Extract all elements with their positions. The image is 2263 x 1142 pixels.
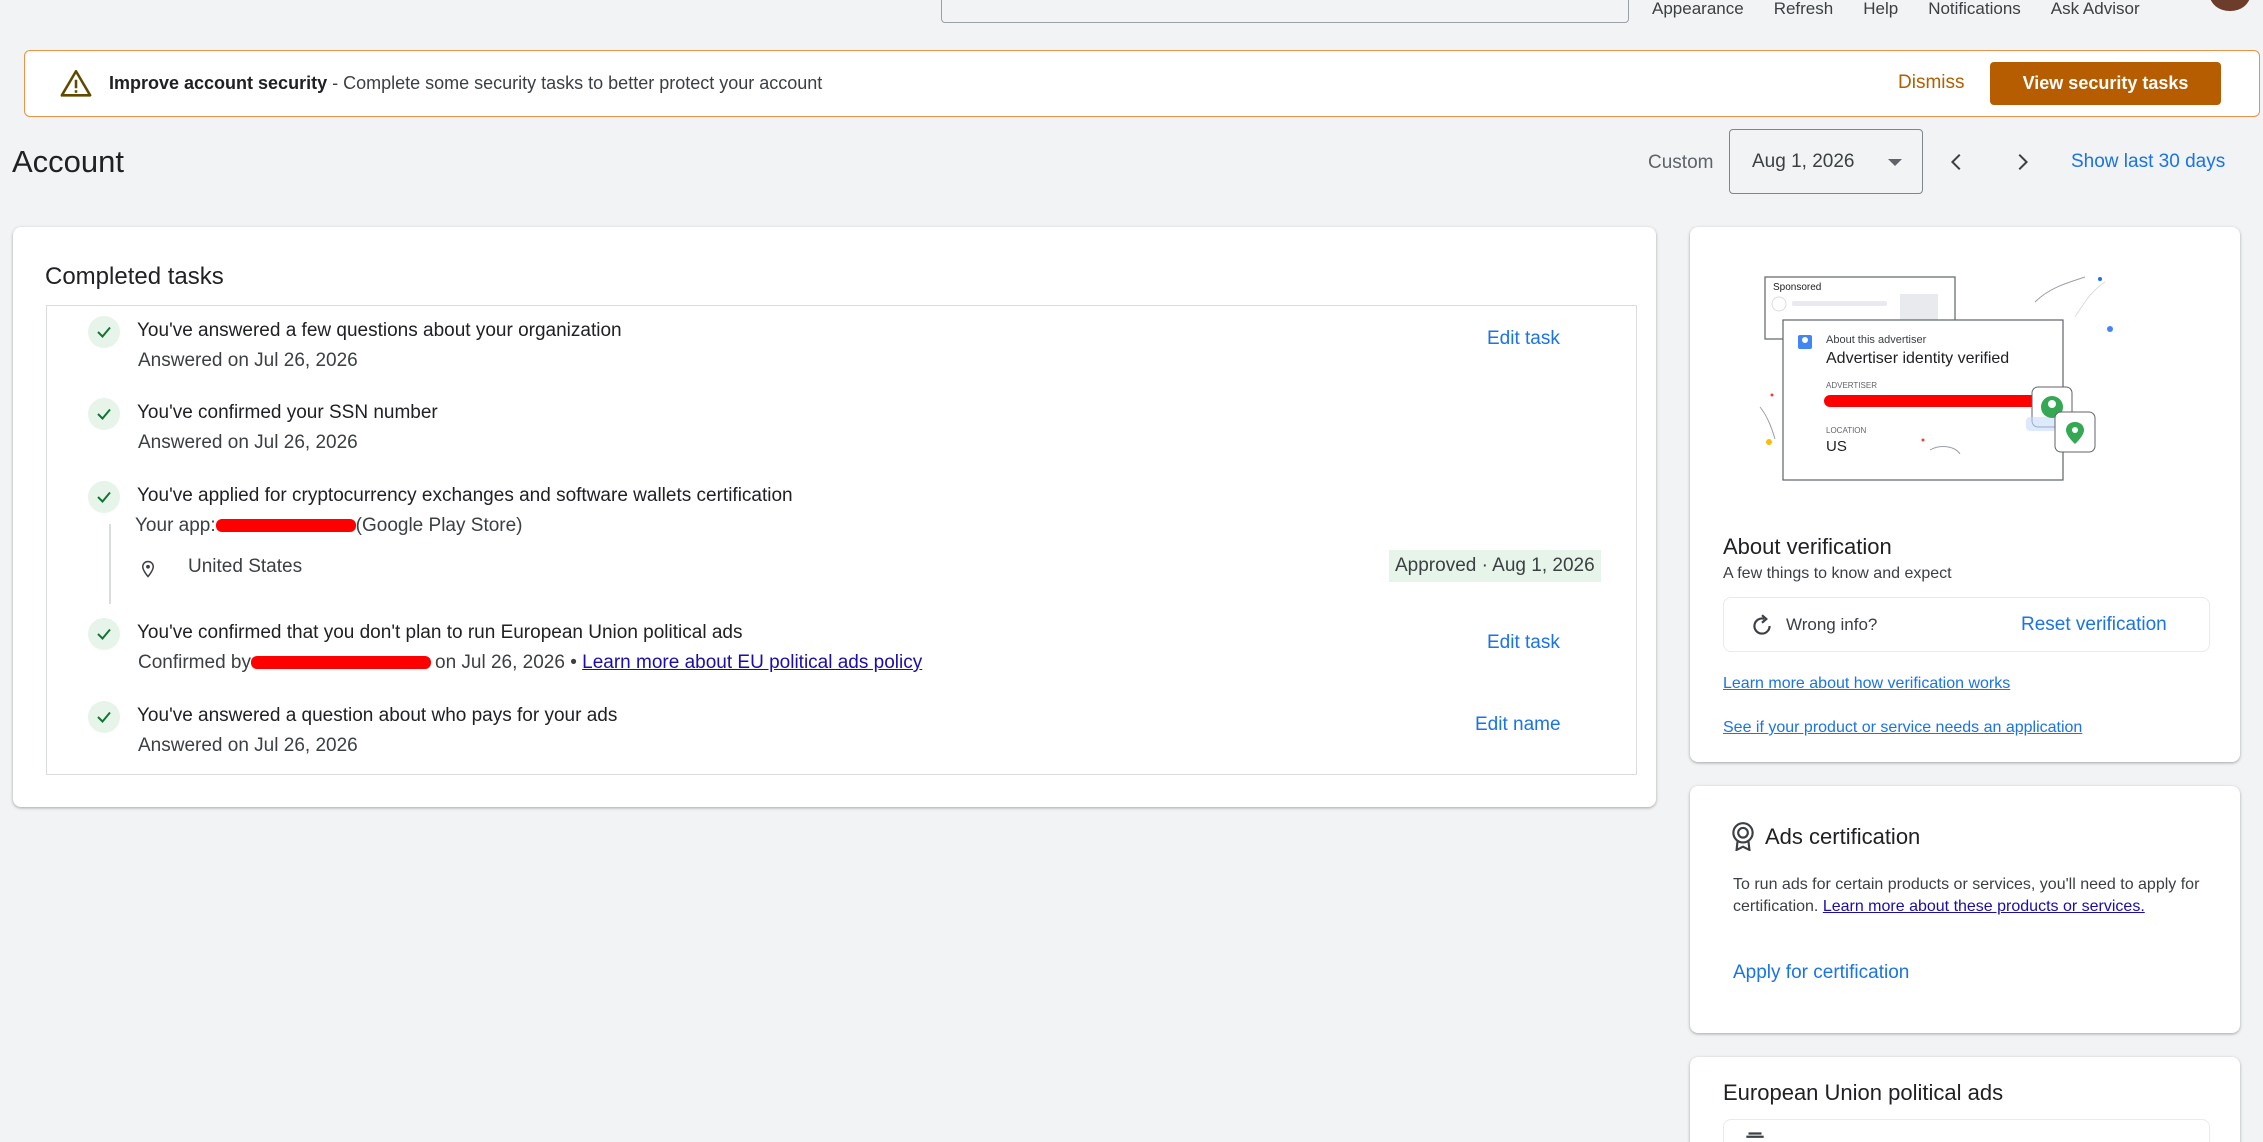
eu-political-ads-policy-link[interactable]: Learn more about EU political ads policy xyxy=(582,652,922,673)
redacted-user-name xyxy=(251,656,431,670)
next-period-button[interactable] xyxy=(2006,146,2038,178)
redacted-app-name xyxy=(215,519,356,533)
task-location: United States xyxy=(188,556,303,577)
banner-title: Improve account security xyxy=(109,73,328,93)
previous-period-button[interactable] xyxy=(1941,146,1973,178)
top-nav: Appearance Refresh Help Notifications As… xyxy=(1652,0,2140,18)
task-app: Your app: (Google Play Store) xyxy=(135,515,523,537)
task-title: You've confirmed your SSN number xyxy=(137,402,438,423)
eu-political-ads-title: European Union political ads xyxy=(1723,1080,2004,1105)
edit-name-button[interactable]: Edit name xyxy=(1475,714,1561,736)
edit-task-button[interactable]: Edit task xyxy=(1487,328,1560,350)
completed-tasks-card: Completed tasks You've answered a few qu… xyxy=(13,227,1656,807)
status-badge: Approved · Aug 1, 2026 xyxy=(1389,550,1601,582)
task-date: Answered on Jul 26, 2026 xyxy=(138,350,358,371)
advertiser-verified-illustration: Sponsored About this advertiser Advertis… xyxy=(1759,276,2113,481)
show-last-30-days-button[interactable]: Show last 30 days xyxy=(2071,151,2225,173)
eu-political-ads-box xyxy=(1723,1119,2210,1142)
edit-task-button[interactable]: Edit task xyxy=(1487,632,1560,654)
date-value: Aug 1, 2026 xyxy=(1752,151,1855,172)
location-label: LOCATION xyxy=(1826,426,1867,435)
task-title: You've applied for cryptocurrency exchan… xyxy=(137,485,793,506)
date-range-select[interactable]: Aug 1, 2026 xyxy=(1729,129,1923,194)
refresh-icon xyxy=(1753,614,1771,635)
task-title: You've answered a few questions about yo… xyxy=(137,320,622,341)
about-verification-title: About verification xyxy=(1723,534,1892,559)
refresh-button[interactable]: Refresh xyxy=(1774,0,1834,18)
view-security-tasks-button[interactable]: View security tasks xyxy=(1990,62,2221,105)
ask-advisor-button[interactable]: Ask Advisor xyxy=(2051,0,2140,18)
wrong-info-box: Wrong info? Reset verification xyxy=(1723,597,2210,652)
eu-political-ads-card: European Union political ads xyxy=(1690,1057,2240,1142)
confirmed-suffix: on Jul 26, 2026 • xyxy=(435,652,577,673)
application-check-link[interactable]: See if your product or service needs an … xyxy=(1723,719,2082,737)
confirmed-prefix: Confirmed by xyxy=(138,652,251,673)
help-button[interactable]: Help xyxy=(1863,0,1898,18)
about-advertiser-label: About this advertiser xyxy=(1826,334,1927,346)
security-banner: Improve account security - Complete some… xyxy=(24,50,2260,117)
app-prefix: Your app: xyxy=(135,515,216,536)
caret-down-icon xyxy=(1888,159,1902,166)
warning-icon xyxy=(60,69,92,97)
page-title: Account xyxy=(12,144,125,179)
task-title: You've answered a question about who pay… xyxy=(137,705,618,726)
avatar[interactable] xyxy=(2210,0,2250,11)
about-verification-subtitle: A few things to know and expect xyxy=(1723,565,1952,582)
apply-for-certification-button[interactable]: Apply for certification xyxy=(1733,962,1909,984)
certificate-icon xyxy=(1732,822,1754,851)
wrong-info-label: Wrong info? xyxy=(1786,615,1878,634)
task-title: You've confirmed that you don't plan to … xyxy=(137,622,743,643)
ads-certification-title: Ads certification xyxy=(1765,824,1921,849)
verification-info-link[interactable]: Learn more about how verification works xyxy=(1723,675,2010,693)
certification-products-link[interactable]: Learn more about these products or servi… xyxy=(1823,898,2145,915)
check-icon xyxy=(88,481,120,513)
about-verification-card: Sponsored About this advertiser Advertis… xyxy=(1690,227,2240,762)
check-icon xyxy=(88,398,120,430)
dismiss-button[interactable]: Dismiss xyxy=(1898,72,1965,94)
completed-tasks-list: You've answered a few questions about yo… xyxy=(46,305,1637,775)
chevron-right-icon xyxy=(2018,153,2029,171)
ads-certification-description: To run ads for certain products or servi… xyxy=(1733,874,2203,918)
advertiser-label: ADVERTISER xyxy=(1826,381,1877,390)
task-confirmation: Confirmed by on Jul 26, 2026 • Learn more… xyxy=(138,652,922,674)
ads-certification-card: Ads certification To run ads for certain… xyxy=(1690,786,2240,1033)
task-date: Answered on Jul 26, 2026 xyxy=(138,432,358,453)
check-icon xyxy=(88,316,120,348)
app-store: (Google Play Store) xyxy=(355,515,523,536)
location-value: US xyxy=(1826,438,1847,455)
appearance-button[interactable]: Appearance xyxy=(1652,0,1744,18)
date-range-label: Custom xyxy=(1648,152,1714,173)
chevron-left-icon xyxy=(1950,153,1961,171)
sponsored-label: Sponsored xyxy=(1773,282,1821,293)
building-icon xyxy=(1746,1132,1764,1138)
location-pin-icon xyxy=(141,560,155,578)
search-input[interactable] xyxy=(941,0,1629,23)
task-detail-divider xyxy=(109,524,111,604)
banner-text: - Complete some security tasks to better… xyxy=(327,73,823,93)
completed-tasks-title: Completed tasks xyxy=(45,263,224,290)
check-icon xyxy=(88,701,120,733)
reset-verification-button[interactable]: Reset verification xyxy=(2021,614,2167,636)
banner-message: Improve account security - Complete some… xyxy=(109,73,822,94)
check-icon xyxy=(88,618,120,650)
task-date: Answered on Jul 26, 2026 xyxy=(138,735,358,756)
identity-verified-label: Advertiser identity verified xyxy=(1826,350,2009,367)
notifications-button[interactable]: Notifications xyxy=(1928,0,2021,18)
